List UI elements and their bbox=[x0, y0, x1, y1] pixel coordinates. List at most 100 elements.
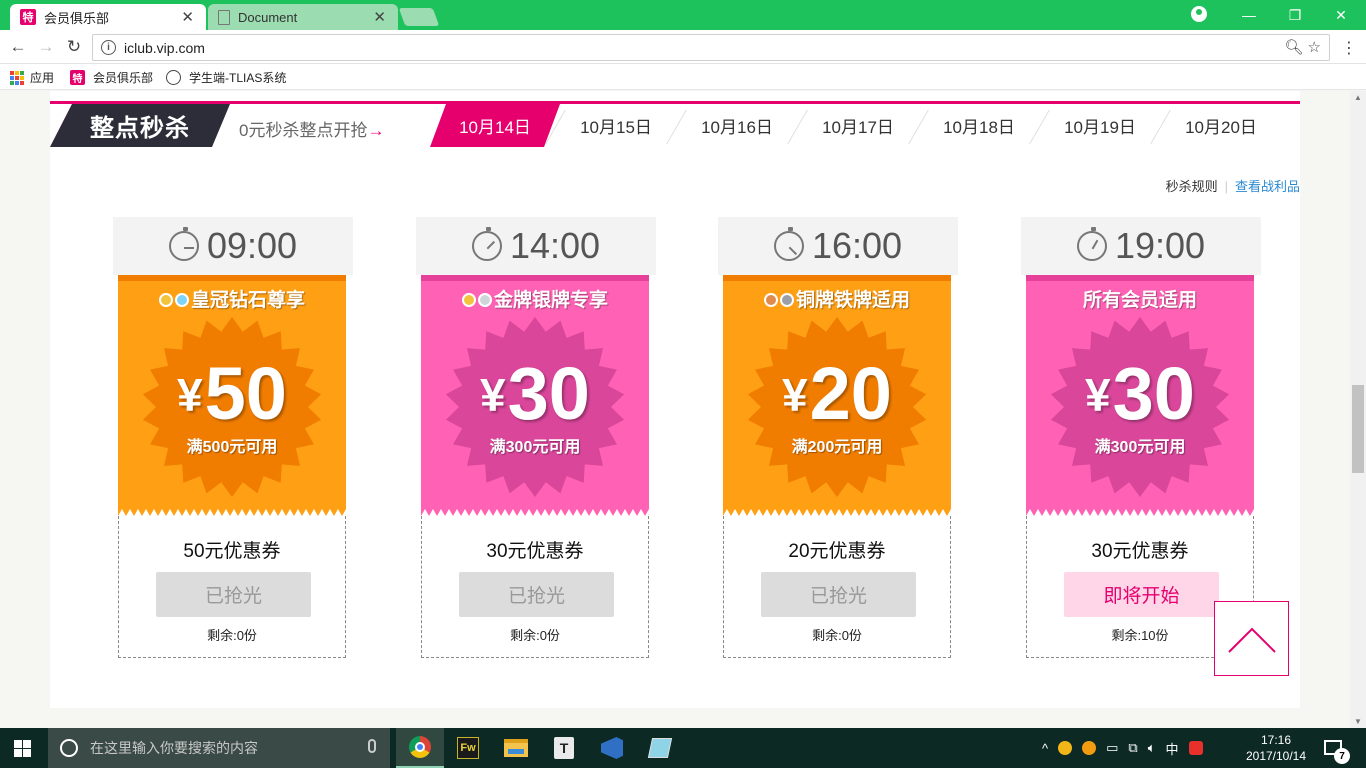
grab-coupon-button[interactable]: 已抢光 bbox=[459, 572, 614, 617]
coupon-name: 20元优惠券 bbox=[788, 541, 886, 562]
coupon-time: 19:00 bbox=[1114, 225, 1206, 266]
date-tab[interactable]: 10月17日 bbox=[793, 104, 923, 147]
tray-app-icon[interactable] bbox=[1082, 741, 1097, 755]
date-tab[interactable]: 10月20日 bbox=[1156, 104, 1286, 147]
network-icon[interactable]: ⧉ bbox=[1128, 740, 1137, 756]
battery-icon[interactable]: ▭ bbox=[1106, 740, 1118, 756]
rules-links: 秒杀规则 | 查看战利品 bbox=[1166, 176, 1300, 195]
chevron-up-icon[interactable]: ^ bbox=[1042, 741, 1048, 756]
coupon-time-header: 14:00 bbox=[416, 217, 656, 275]
bookmark-apps[interactable]: 应用 bbox=[10, 69, 54, 86]
coupon-card: 14:00 金牌银牌专享 ¥30 满300元可用 30元优惠券 已抢光 剩余:0份 bbox=[416, 217, 656, 658]
taskbar-chrome[interactable] bbox=[396, 728, 444, 768]
close-tab-icon[interactable]: ✕ bbox=[373, 8, 386, 26]
close-window-button[interactable]: ✕ bbox=[1318, 2, 1364, 28]
taskbar-search-box[interactable]: 在这里输入你要搜索的内容 bbox=[48, 728, 390, 768]
vip-favicon-icon: 特 bbox=[70, 70, 85, 85]
date-tab[interactable]: 10月15日 bbox=[551, 104, 681, 147]
tab-document[interactable]: Document ✕ bbox=[208, 4, 398, 30]
taskbar-typora[interactable]: T bbox=[540, 728, 588, 768]
tab-title: 会员俱乐部 bbox=[44, 10, 110, 26]
forward-arrow-icon[interactable]: → bbox=[34, 35, 58, 59]
coupon-remaining: 剩余:0份 bbox=[510, 628, 560, 643]
coupon-footer: 20元优惠券已抢光剩余:0份 bbox=[723, 516, 951, 658]
grab-coupon-button[interactable]: 已抢光 bbox=[156, 572, 311, 617]
date-tab[interactable]: 10月19日 bbox=[1035, 104, 1165, 147]
coupon-value: 50 bbox=[204, 352, 287, 435]
volume-icon[interactable]: 🔈︎ bbox=[1148, 740, 1156, 756]
new-tab-button[interactable] bbox=[398, 8, 440, 26]
chevron-up-icon bbox=[1228, 627, 1276, 653]
fireworks-icon: Fw bbox=[457, 737, 479, 759]
browser-menu-icon[interactable]: ⋮ bbox=[1341, 38, 1357, 58]
coupon-amount: ¥30 bbox=[421, 357, 649, 432]
address-bar[interactable]: i iclub.vip.com 🔍︎ ☆ bbox=[92, 34, 1330, 61]
restore-button[interactable]: ❐ bbox=[1272, 2, 1318, 28]
minimize-button[interactable]: — bbox=[1226, 2, 1272, 28]
page-scrollbar[interactable]: ▲ ▼ bbox=[1350, 91, 1366, 728]
coupon-footer: 50元优惠券已抢光剩余:0份 bbox=[118, 516, 346, 658]
close-tab-icon[interactable]: ✕ bbox=[181, 8, 194, 26]
coupon-amount: ¥20 bbox=[723, 357, 951, 432]
reload-icon[interactable]: ↻ bbox=[62, 35, 86, 59]
taskbar-explorer[interactable] bbox=[492, 728, 540, 768]
coupon-edge bbox=[421, 509, 649, 516]
microphone-icon[interactable] bbox=[368, 739, 376, 753]
scroll-up-icon[interactable]: ▲ bbox=[1354, 93, 1362, 102]
typora-icon: T bbox=[554, 737, 574, 759]
coupon-value: 30 bbox=[1112, 352, 1195, 435]
profile-icon[interactable] bbox=[1191, 6, 1207, 22]
back-arrow-icon[interactable]: ← bbox=[6, 35, 30, 59]
bookmark-member-club[interactable]: 特 会员俱乐部 bbox=[70, 69, 153, 86]
coupon-edge bbox=[1026, 509, 1254, 516]
bookmark-label: 学生端-TLIAS系统 bbox=[189, 71, 287, 85]
zoom-and-star-icons[interactable]: 🔍︎ ☆ bbox=[1284, 38, 1321, 56]
stopwatch-icon bbox=[471, 227, 502, 261]
coupon-card: 19:00 所有会员适用 ¥30 满300元可用 30元优惠券 即将开始 剩余:10份 bbox=[1021, 217, 1261, 658]
grab-coupon-button[interactable]: 已抢光 bbox=[761, 572, 916, 617]
grab-coupon-button[interactable]: 即将开始 bbox=[1064, 572, 1219, 617]
taskbar-fireworks[interactable]: Fw bbox=[444, 728, 492, 768]
back-to-top-button[interactable] bbox=[1214, 601, 1289, 676]
coupon-condition: 满500元可用 bbox=[186, 439, 278, 456]
ime-indicator[interactable]: 中 bbox=[1166, 739, 1179, 758]
coupon-remaining: 剩余:0份 bbox=[812, 628, 862, 643]
tab-member-club[interactable]: 特 会员俱乐部 ✕ bbox=[10, 4, 206, 30]
coupon-name: 50元优惠券 bbox=[183, 541, 281, 562]
coupon-remaining: 剩余:0份 bbox=[207, 628, 257, 643]
tab-title: Document bbox=[238, 9, 298, 25]
coupon-amount: ¥30 bbox=[1026, 357, 1254, 432]
browser-toolbar: ← → ↻ i iclub.vip.com 🔍︎ ☆ ⋮ bbox=[0, 30, 1366, 64]
date-tab[interactable]: 10月18日 bbox=[914, 104, 1044, 147]
scroll-thumb[interactable] bbox=[1352, 385, 1364, 473]
taskbar-notes[interactable] bbox=[636, 728, 684, 768]
apps-grid-icon bbox=[10, 70, 24, 85]
taskbar-clock[interactable]: 17:16 2017/10/14 bbox=[1240, 732, 1312, 764]
coupon-time-header: 19:00 bbox=[1021, 217, 1261, 275]
date-tab[interactable]: 10月16日 bbox=[672, 104, 802, 147]
bookmark-tlias[interactable]: 学生端-TLIAS系统 bbox=[166, 69, 286, 86]
coupon-time-header: 16:00 bbox=[718, 217, 958, 275]
coupon-value: 30 bbox=[507, 352, 590, 435]
notes-icon bbox=[647, 738, 673, 758]
link-separator: | bbox=[1224, 179, 1228, 194]
view-spoils-link[interactable]: 查看战利品 bbox=[1235, 179, 1300, 194]
silver-medal-icon bbox=[477, 293, 492, 307]
seckill-title-text: 整点秒杀 bbox=[90, 115, 190, 142]
windows-start-icon[interactable] bbox=[14, 740, 31, 757]
diamond-icon bbox=[174, 293, 189, 307]
sogou-icon[interactable] bbox=[1188, 741, 1203, 755]
seckill-rules-link[interactable]: 秒杀规则 bbox=[1166, 179, 1218, 194]
coupon-edge bbox=[723, 509, 951, 516]
coupon-face: 皇冠钻石尊享 ¥50 满500元可用 bbox=[118, 275, 346, 516]
coupon-condition: 满200元可用 bbox=[791, 439, 883, 456]
taskbar-vscode[interactable] bbox=[588, 728, 636, 768]
tray-app-icon[interactable] bbox=[1058, 741, 1073, 755]
scroll-down-icon[interactable]: ▼ bbox=[1354, 717, 1362, 726]
coupon-time: 16:00 bbox=[811, 225, 903, 266]
page-viewport: 整点秒杀 0元秒杀整点开抢→ 10月14日 10月15日 10月16日 10月17日 1… bbox=[0, 91, 1350, 728]
coupon-time: 09:00 bbox=[206, 225, 298, 266]
date-tab[interactable]: 10月14日 bbox=[430, 104, 560, 147]
site-info-icon[interactable]: i bbox=[101, 40, 116, 55]
coupon-name: 30元优惠券 bbox=[1091, 541, 1189, 562]
